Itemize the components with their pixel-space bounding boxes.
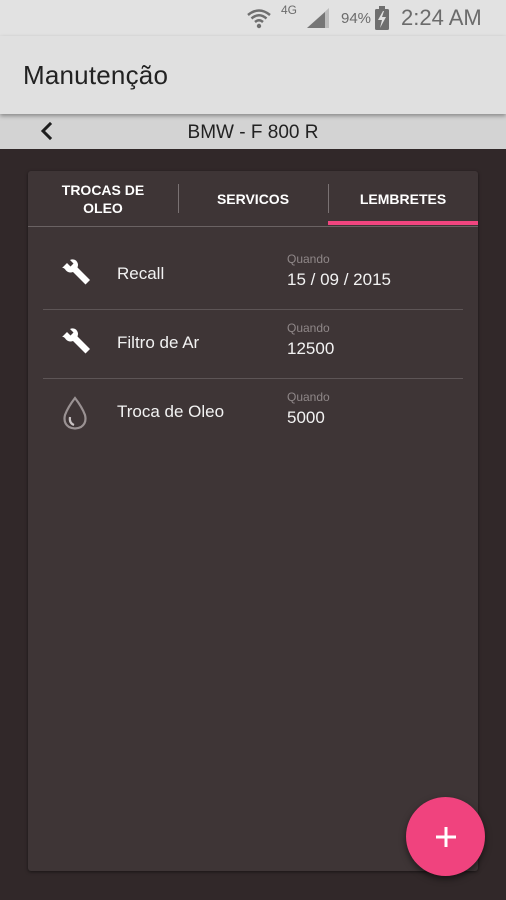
signal-icon [305,0,331,36]
tab-label-line: TROCAS DE [61,181,145,198]
vehicle-name: BMW - F 800 R [187,122,319,143]
when-label: Quando [287,321,330,335]
wrench-icon [57,326,93,362]
tab-bar: TROCAS DE OLEO SERVICOS LEMBRETES [28,171,478,227]
add-icon [435,826,456,847]
reminders-card: TROCAS DE OLEO SERVICOS LEMBRETES Recall… [28,171,478,871]
when-value: 15 / 09 / 2015 [287,270,391,289]
when-label: Quando [287,390,330,404]
network-type: 4G [281,3,298,17]
clock: 2:24 AM [401,5,482,30]
tab-lembretes[interactable]: LEMBRETES [328,171,478,226]
reminder-name: Filtro de Ar [117,333,200,352]
status-bar: 4G 94% 2:24 AM [0,0,506,36]
reminder-name: Recall [117,264,165,283]
oil-drop-icon [57,395,93,431]
page-title: Manutenção [23,60,169,90]
tab-label-line: OLEO [83,199,123,216]
when-value: 12500 [287,339,335,358]
add-reminder-button[interactable] [406,797,485,876]
wrench-icon [57,257,93,293]
when-value: 5000 [287,408,325,427]
list-item[interactable]: Filtro de Ar Quando 12500 [43,310,463,379]
when-label: Quando [287,252,330,266]
list-item[interactable]: Recall Quando 15 / 09 / 2015 [43,241,463,310]
wifi-icon [247,0,271,36]
list-item[interactable]: Troca de Oleo Quando 5000 [43,379,463,447]
tab-servicos[interactable]: SERVICOS [178,171,328,226]
vehicle-bar: BMW - F 800 R [0,114,506,149]
tab-trocas-de-oleo[interactable]: TROCAS DE OLEO [28,171,178,226]
app-bar: Manutenção [0,36,506,114]
tab-selected-indicator [328,221,478,225]
reminder-name: Troca de Oleo [117,402,225,421]
battery-charging-icon [375,0,389,36]
battery-percent: 94% [341,9,372,27]
